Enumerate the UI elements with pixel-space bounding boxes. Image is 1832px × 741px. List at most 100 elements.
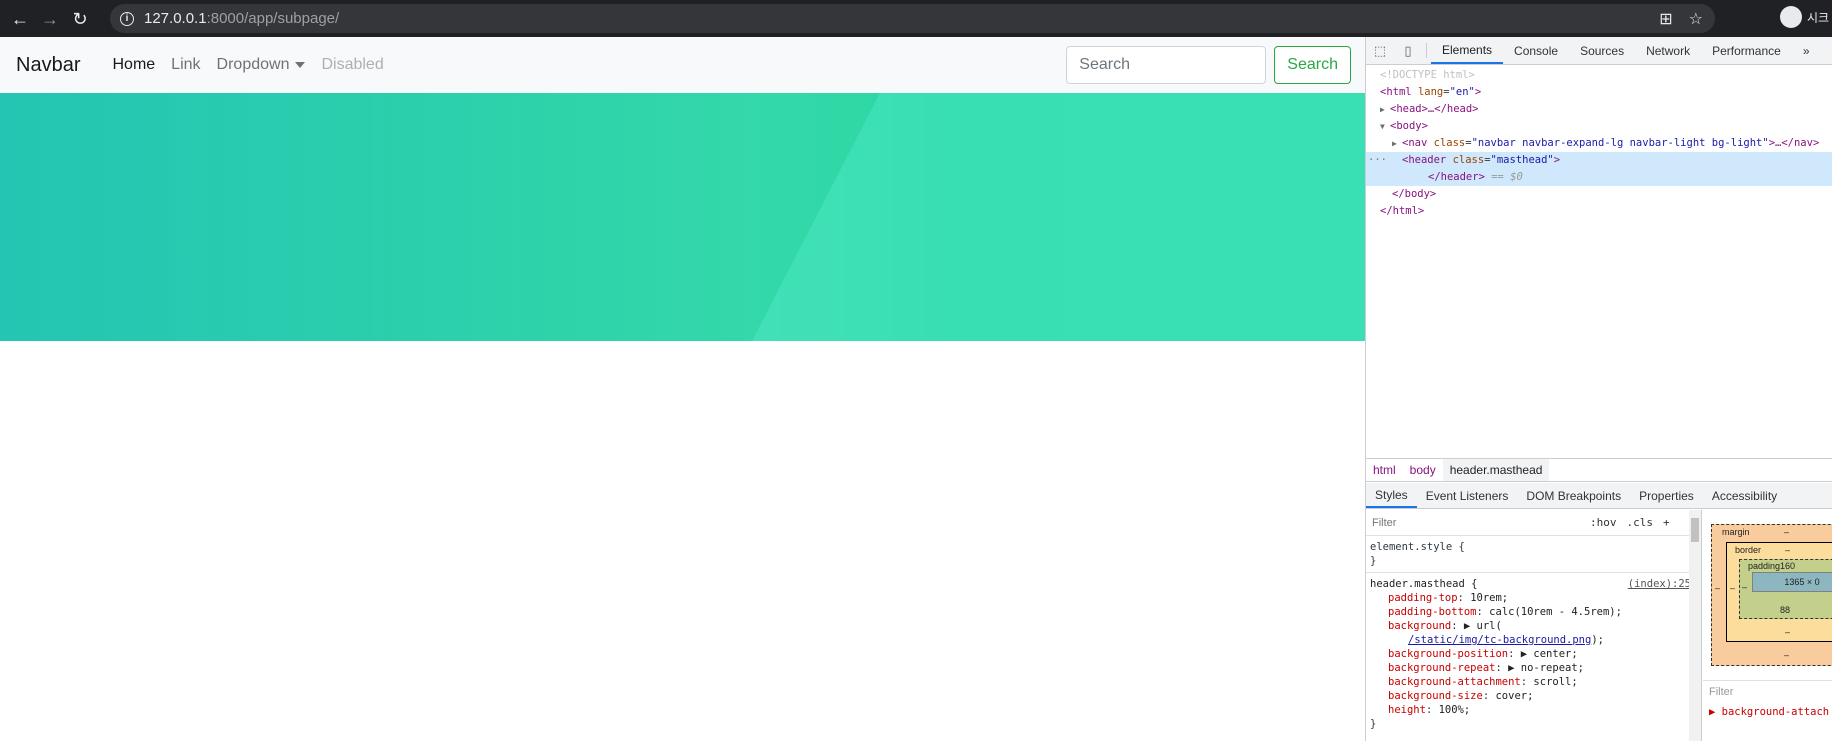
url-host: 127.0.0.1 xyxy=(144,10,207,27)
profile-button[interactable]: 시크 xyxy=(1780,6,1829,28)
box-model-content[interactable]: 1365 × 0 xyxy=(1752,572,1832,592)
padding-bottom-value: 88 xyxy=(1780,605,1791,615)
navbar: Navbar Home Link Dropdown Disabled Searc… xyxy=(0,37,1365,93)
css-property[interactable]: background-attachment: scroll; xyxy=(1370,675,1701,689)
search-input[interactable] xyxy=(1066,46,1267,84)
dom-line[interactable]: ▶ <nav class="navbar navbar-expand-lg nav… xyxy=(1366,135,1832,152)
ellipsis-icon[interactable]: ··· xyxy=(1368,152,1402,169)
box-model-border[interactable]: border – – – padding160 – 1365 × 0 88 xyxy=(1726,542,1832,642)
inspect-element-icon[interactable]: ⬚ xyxy=(1366,37,1394,64)
search-button[interactable]: Search xyxy=(1274,46,1351,84)
tab-styles[interactable]: Styles xyxy=(1366,483,1417,508)
dom-line[interactable]: ▼ <body> xyxy=(1366,118,1832,135)
dom-line[interactable]: </html> xyxy=(1366,203,1832,220)
rule-selector[interactable]: header.masthead { xyxy=(1370,578,1477,590)
forward-icon[interactable]: → xyxy=(40,9,60,29)
breadcrumb-html[interactable]: html xyxy=(1366,463,1403,477)
border-label: border xyxy=(1735,545,1762,555)
css-property[interactable]: padding-top: 10rem; xyxy=(1370,591,1701,605)
back-icon[interactable]: ← xyxy=(10,9,30,29)
info-icon[interactable]: i xyxy=(120,11,134,26)
tab-performance[interactable]: Performance xyxy=(1701,37,1792,64)
styles-filter-row: :hov .cls + xyxy=(1366,510,1701,536)
bookmark-star-icon[interactable]: ☆ xyxy=(1689,9,1703,29)
css-url-line[interactable]: /static/img/tc-background.png); xyxy=(1370,633,1701,647)
dom-line[interactable]: <html lang="en"> xyxy=(1366,84,1832,101)
tab-properties[interactable]: Properties xyxy=(1630,483,1703,508)
styles-subtabs: Styles Event Listeners DOM Breakpoints P… xyxy=(1366,483,1832,509)
background-url-link[interactable]: /static/img/tc-background.png xyxy=(1370,634,1591,646)
margin-left-value: – xyxy=(1715,583,1721,593)
masthead-rule: header.masthead { (index):25 padding-top:… xyxy=(1366,573,1701,735)
url-path: :8000/app/subpage/ xyxy=(206,10,340,27)
nav-link-link[interactable]: Link xyxy=(163,56,208,74)
computed-filter-input[interactable]: Filter xyxy=(1703,680,1832,704)
computed-property[interactable]: ▶ background-attach xyxy=(1709,706,1829,718)
padding-left-value: – xyxy=(1742,582,1748,592)
tab-network[interactable]: Network xyxy=(1635,37,1701,64)
reload-icon[interactable]: ↻ xyxy=(70,9,90,29)
nav-link-disabled: Disabled xyxy=(321,56,384,73)
expand-triangle-icon[interactable]: ▶ xyxy=(1392,135,1402,152)
styles-filter-input[interactable] xyxy=(1372,513,1582,532)
css-property[interactable]: background-size: cover; xyxy=(1370,689,1701,703)
cls-toggle[interactable]: .cls xyxy=(1627,516,1654,529)
box-model-pane: margin – – – border – – – padding160 – 1… xyxy=(1703,510,1832,741)
masthead-sheen xyxy=(0,93,1365,341)
tab-event-listeners[interactable]: Event Listeners xyxy=(1417,483,1518,508)
navbar-brand[interactable]: Navbar xyxy=(16,54,80,77)
expand-triangle-icon[interactable]: ▶ xyxy=(1380,101,1390,118)
breadcrumb-header-masthead[interactable]: header.masthead xyxy=(1442,459,1550,481)
element-style-rule: element.style { } xyxy=(1366,536,1701,573)
nav-dropdown[interactable]: Dropdown xyxy=(209,56,314,74)
margin-label: margin xyxy=(1722,527,1750,537)
styles-pane: :hov .cls + element.style { } header.mas… xyxy=(1366,510,1702,741)
caret-down-icon xyxy=(295,61,306,68)
css-property[interactable]: background-position: ▶ center; xyxy=(1370,647,1701,661)
device-toolbar-icon[interactable]: ▯ xyxy=(1394,37,1422,64)
border-left-value: – xyxy=(1730,583,1736,593)
border-bottom-value: – xyxy=(1785,627,1791,637)
dom-line-selected[interactable]: </header> == $0 xyxy=(1366,169,1832,186)
dom-line[interactable]: </body> xyxy=(1366,186,1832,203)
dom-tree: <!DOCTYPE html> <html lang="en"> ▶ <head>… xyxy=(1366,66,1832,458)
box-model-margin[interactable]: margin – – – border – – – padding160 – 1… xyxy=(1711,524,1832,666)
box-model-padding[interactable]: padding160 – 1365 × 0 88 xyxy=(1739,559,1832,619)
devtools-panel: ⬚ ▯ Elements Console Sources Network Per… xyxy=(1365,37,1832,741)
nav-link-home[interactable]: Home xyxy=(104,56,163,74)
css-property[interactable]: background-repeat: ▶ no-repeat; xyxy=(1370,661,1701,675)
profile-label: 시크 xyxy=(1807,10,1830,25)
rule-source-link[interactable]: (index):25 xyxy=(1628,577,1691,591)
padding-label: padding160 xyxy=(1748,561,1796,571)
devtools-tabbar: ⬚ ▯ Elements Console Sources Network Per… xyxy=(1366,37,1832,65)
translate-icon[interactable]: ⊞ xyxy=(1659,9,1672,29)
breadcrumb-body[interactable]: body xyxy=(1403,463,1443,477)
dom-line[interactable]: <!DOCTYPE html> xyxy=(1366,67,1832,84)
styles-scrollbar[interactable] xyxy=(1689,510,1701,741)
breadcrumb: html body header.masthead xyxy=(1366,458,1832,482)
tab-elements[interactable]: Elements xyxy=(1431,37,1504,64)
dom-line-selected[interactable]: ··· <header class="masthead"> xyxy=(1366,152,1832,169)
address-bar[interactable]: i 127.0.0.1:8000/app/subpage/ ⊞ ☆ xyxy=(110,4,1715,33)
scrollbar-thumb[interactable] xyxy=(1691,518,1699,542)
hov-toggle[interactable]: :hov xyxy=(1590,516,1617,529)
tab-console[interactable]: Console xyxy=(1503,37,1569,64)
css-property[interactable]: padding-bottom: calc(10rem - 4.5rem); xyxy=(1370,605,1701,619)
tab-accessibility[interactable]: Accessibility xyxy=(1703,483,1786,508)
page-viewport: Navbar Home Link Dropdown Disabled Searc… xyxy=(0,37,1365,741)
tab-sources[interactable]: Sources xyxy=(1569,37,1635,64)
tab-dom-breakpoints[interactable]: DOM Breakpoints xyxy=(1517,483,1630,508)
margin-bottom-value: – xyxy=(1784,650,1790,660)
collapse-triangle-icon[interactable]: ▼ xyxy=(1380,118,1390,135)
nav-dropdown-label: Dropdown xyxy=(216,56,290,73)
css-property[interactable]: height: 100%; xyxy=(1370,703,1701,717)
element-style-selector[interactable]: element.style { xyxy=(1370,540,1701,554)
css-property[interactable]: background: ▶ url( xyxy=(1370,619,1701,633)
nav-links: Home Link Dropdown Disabled xyxy=(104,56,391,74)
new-rule-icon[interactable]: + xyxy=(1663,516,1670,529)
more-tabs-icon[interactable]: » xyxy=(1792,37,1821,64)
divider xyxy=(1426,43,1427,58)
border-top-value: – xyxy=(1785,545,1791,555)
dom-line[interactable]: ▶ <head>…</head> xyxy=(1366,101,1832,118)
rule-close-brace: } xyxy=(1370,718,1377,730)
